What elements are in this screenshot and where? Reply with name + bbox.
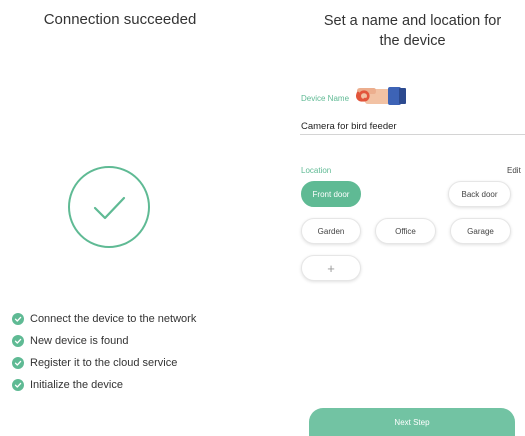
checkmark-circle-icon <box>68 166 150 248</box>
step-item: New device is found <box>12 330 196 352</box>
step-label: Initialize the device <box>30 379 123 391</box>
edit-locations-link[interactable]: Edit <box>507 166 521 175</box>
check-dot-icon <box>12 335 24 347</box>
connection-title: Connection succeeded <box>43 11 197 28</box>
step-item: Register it to the cloud service <box>12 352 196 374</box>
step-label: Register it to the cloud service <box>30 357 178 369</box>
location-chip-garage[interactable]: Garage <box>450 218 511 244</box>
setup-title: Set a name and location for the device <box>300 11 525 51</box>
setup-title-line2: the device <box>379 33 446 49</box>
location-chip-office[interactable]: Office <box>375 218 436 244</box>
device-name-label: Device Name <box>301 94 350 103</box>
next-step-button[interactable]: Next Step <box>309 408 515 436</box>
check-dot-icon <box>12 357 24 369</box>
step-item: Initialize the device <box>12 374 196 396</box>
connection-steps: Connect the device to the network New de… <box>12 308 196 396</box>
check-dot-icon <box>12 313 24 325</box>
device-name-underline <box>300 134 525 135</box>
setup-title-line1: Set a name and location for <box>323 13 502 29</box>
location-label: Location <box>301 166 332 175</box>
location-chip-front-door[interactable]: Front door <box>301 181 361 207</box>
location-chip-garden[interactable]: Garden <box>301 218 361 244</box>
step-item: Connect the device to the network <box>12 308 196 330</box>
step-label: New device is found <box>30 335 129 347</box>
step-label: Connect the device to the network <box>30 313 197 325</box>
pointing-hand-icon <box>356 87 406 105</box>
device-name-field[interactable]: Camera for bird feeder <box>301 121 397 132</box>
add-location-button[interactable]: + <box>301 255 361 281</box>
check-dot-icon <box>12 379 24 391</box>
location-chip-back-door[interactable]: Back door <box>448 181 511 207</box>
